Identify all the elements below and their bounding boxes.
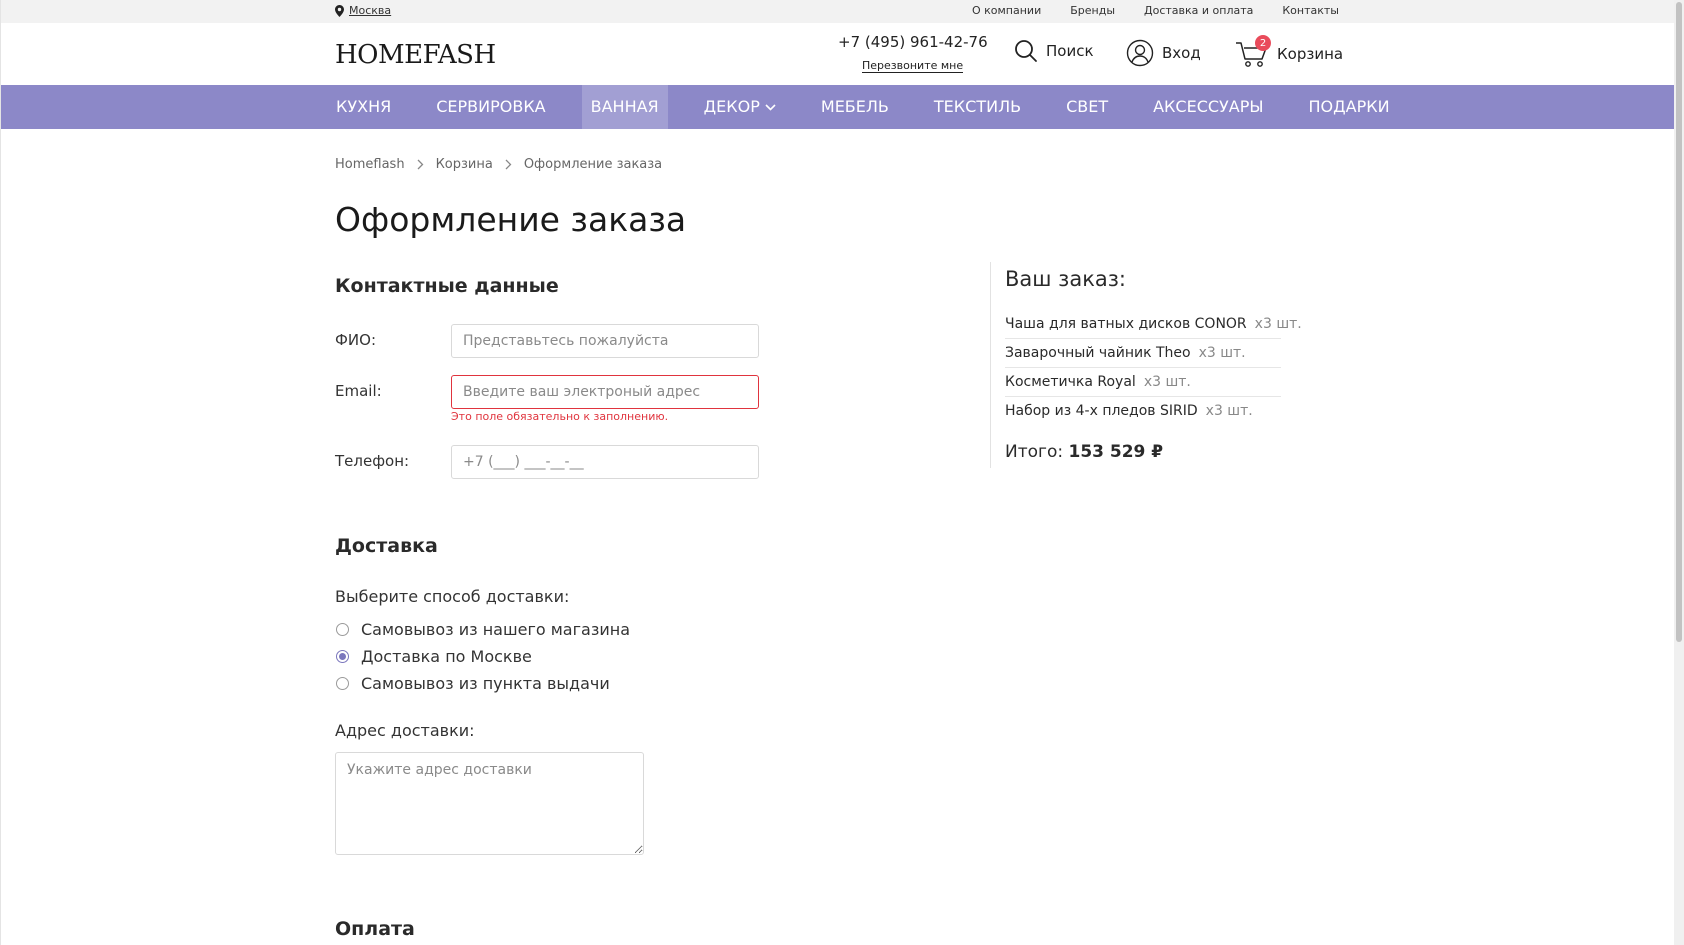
nav-item-light[interactable]: СВЕТ (1057, 85, 1117, 129)
nav-item-accessories[interactable]: АКСЕССУАРЫ (1144, 85, 1272, 129)
search-label: Поиск (1046, 42, 1094, 60)
order-item-qty: x3 шт. (1198, 345, 1246, 361)
order-item: Набор из 4-х пледов SIRID x3 шт. (1005, 397, 1281, 426)
phone-field[interactable] (451, 445, 759, 479)
city-label[interactable]: Москва (349, 4, 391, 17)
link-delivery-payment[interactable]: Доставка и оплата (1144, 4, 1253, 17)
scrollbar-thumb[interactable] (1676, 2, 1682, 642)
order-total: Итого: 153 529 ₽ (1005, 442, 1163, 462)
radio-button-selected[interactable] (336, 650, 349, 663)
nav-item-serving[interactable]: СЕРВИРОВКА (427, 85, 554, 129)
order-heading: Ваш заказ: (1005, 267, 1126, 291)
phone-label: Телефон: (335, 452, 410, 470)
login-button[interactable]: Вход (1126, 39, 1201, 67)
delivery-heading: Доставка (335, 535, 438, 557)
page: Москва О компании Бренды Доставка и опла… (0, 0, 1674, 945)
order-item: Косметичка Royal x3 шт. (1005, 368, 1281, 397)
nav-item-kitchen[interactable]: КУХНЯ (327, 85, 400, 129)
name-field[interactable] (451, 324, 759, 358)
header-phone[interactable]: +7 (495) 961-42-76 (838, 33, 988, 51)
radio-button[interactable] (336, 677, 349, 690)
address-label: Адрес доставки: (335, 721, 475, 740)
order-item: Заварочный чайник Theo x3 шт. (1005, 339, 1281, 368)
email-label: Email: (335, 382, 382, 400)
order-item-qty: x3 шт. (1254, 316, 1302, 332)
chevron-right-icon (505, 159, 512, 170)
top-links: О компании Бренды Доставка и оплата Конт… (972, 4, 1339, 17)
nav-item-decor[interactable]: ДЕКОР (695, 85, 785, 129)
nav-item-furniture[interactable]: МЕБЕЛЬ (812, 85, 898, 129)
order-total-value: 153 529 ₽ (1068, 442, 1164, 462)
breadcrumb-cart[interactable]: Корзина (436, 157, 493, 172)
delivery-option-label: Самовывоз из пункта выдачи (361, 674, 610, 693)
order-item-name[interactable]: Чаша для ватных дисков CONOR (1005, 316, 1247, 332)
nav-item-gifts[interactable]: ПОДАРКИ (1300, 85, 1399, 129)
search-icon (1015, 40, 1037, 62)
cart-button[interactable]: 2 Корзина (1235, 35, 1344, 69)
search-button[interactable]: Поиск (1014, 39, 1094, 63)
order-item-name[interactable]: Заварочный чайник Theo (1005, 345, 1191, 361)
email-field[interactable] (451, 375, 759, 409)
email-error-message: Это поле обязательно к заполнению. (451, 410, 669, 423)
page-title: Оформление заказа (335, 200, 687, 239)
delivery-option-label: Доставка по Москве (361, 647, 532, 666)
location-pin-icon (335, 4, 344, 17)
payment-heading: Оплата (335, 918, 415, 940)
order-item-qty: x3 шт. (1143, 374, 1191, 390)
nav-item-decor-label: ДЕКОР (703, 97, 760, 116)
page-scrollbar[interactable] (1674, 0, 1684, 945)
header: HOMEFASH +7 (495) 961-42-76 Перезвоните … (1, 23, 1674, 85)
user-icon (1126, 39, 1154, 67)
order-item-name[interactable]: Косметичка Royal (1005, 374, 1136, 390)
cart-icon-wrap: 2 (1235, 35, 1271, 69)
order-item-name[interactable]: Набор из 4-х пледов SIRID (1005, 403, 1198, 419)
chevron-down-icon (765, 103, 776, 111)
callback-link[interactable]: Перезвоните мне (862, 59, 964, 73)
breadcrumb-current: Оформление заказа (523, 157, 663, 172)
contacts-heading: Контактные данные (335, 275, 559, 297)
main-nav: КУХНЯ СЕРВИРОВКА ВАННАЯ ДЕКОР МЕБЕЛЬ ТЕК… (1, 85, 1674, 129)
cart-label: Корзина (1277, 45, 1344, 63)
delivery-option-moscow[interactable]: Доставка по Москве (336, 647, 532, 666)
delivery-question: Выберите способ доставки: (335, 587, 570, 606)
breadcrumb-home[interactable]: Homeflash (335, 157, 405, 172)
cart-count-badge: 2 (1255, 35, 1271, 51)
radio-button[interactable] (336, 623, 349, 636)
chevron-right-icon (417, 159, 423, 170)
order-item: Чаша для ватных дисков CONOR x3 шт. (1005, 310, 1302, 339)
delivery-option-label: Самовывоз из нашего магазина (361, 620, 630, 639)
delivery-option-pickup-store[interactable]: Самовывоз из нашего магазина (336, 620, 630, 639)
login-label: Вход (1162, 44, 1201, 62)
order-summary: Ваш заказ: Чаша для ватных дисков CONOR x… (990, 262, 1302, 468)
link-contacts[interactable]: Контакты (1282, 4, 1339, 17)
delivery-option-pickup-point[interactable]: Самовывоз из пункта выдачи (336, 674, 610, 693)
address-textarea[interactable] (335, 752, 644, 855)
top-bar: Москва О компании Бренды Доставка и опла… (1, 0, 1674, 23)
nav-item-textile[interactable]: ТЕКСТИЛЬ (925, 85, 1030, 129)
order-item-qty: x3 шт. (1205, 403, 1253, 419)
city-selector[interactable]: Москва (335, 4, 391, 17)
nav-item-bathroom[interactable]: ВАННАЯ (581, 85, 668, 129)
link-about[interactable]: О компании (972, 4, 1041, 17)
site-logo[interactable]: HOMEFASH (335, 40, 496, 70)
name-label: ФИО: (335, 331, 376, 349)
breadcrumb: Homeflash Корзина Оформление заказа (335, 157, 662, 172)
order-items: Чаша для ватных дисков CONOR x3 шт. Завар… (1005, 310, 1302, 426)
link-brands[interactable]: Бренды (1070, 4, 1115, 17)
order-total-label: Итого: (1005, 442, 1069, 462)
